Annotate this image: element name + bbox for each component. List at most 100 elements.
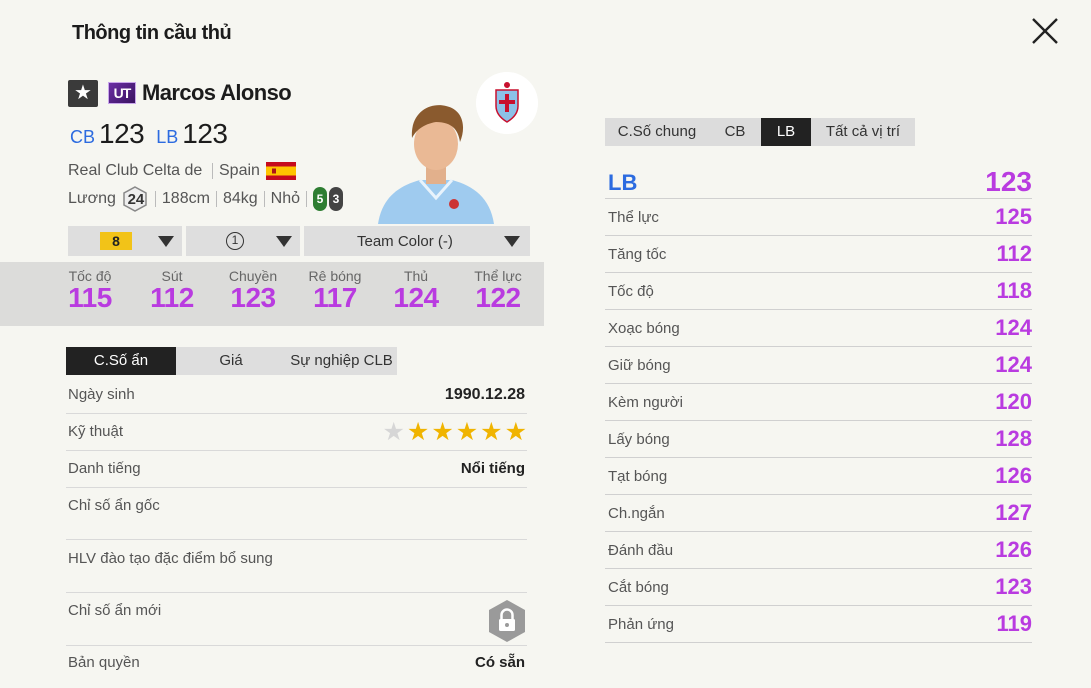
fame-value: Nổi tiếng — [460, 460, 525, 477]
stat-value: 123 — [230, 282, 276, 313]
right-foot-rating: 3 — [329, 187, 343, 211]
stat-row: Giữ bóng 124 — [605, 347, 1032, 384]
stat-value: 125 — [995, 204, 1032, 229]
stat-value: 126 — [995, 463, 1032, 488]
stat-row: Ch.ngắn 127 — [605, 495, 1032, 532]
license-value: Có sẵn — [474, 654, 525, 671]
club-name: Real Club Celta de Vigo — [68, 162, 206, 179]
stat-item: Chuyền 123 — [213, 268, 293, 314]
star-icon: ★ — [455, 418, 479, 446]
team-color-label: Team Color (-) — [357, 232, 453, 250]
close-icon[interactable] — [1028, 14, 1062, 48]
stat-value: 123 — [995, 574, 1032, 599]
position-tabs: C.Số chung CB LB Tất cả vị trí — [605, 118, 915, 146]
star-icon: ★ — [480, 418, 503, 446]
stat-row: Tạt bóng 126 — [605, 458, 1032, 495]
lock-icon[interactable] — [487, 599, 527, 643]
row-label: HLV đào tạo đặc điểm bổ sung — [68, 550, 273, 567]
position-abbr: CB — [70, 127, 96, 147]
stat-value: 127 — [995, 500, 1032, 525]
divider — [306, 191, 307, 207]
stat-label: Thể lực — [608, 209, 659, 226]
stat-label: Phản ứng — [608, 616, 674, 633]
player-photo — [378, 105, 494, 224]
stat-label: Giữ bóng — [608, 357, 671, 374]
stat-row: Lấy bóng 128 — [605, 421, 1032, 458]
row-label: Chỉ số ẩn gốc — [68, 497, 160, 514]
stat-row: Xoạc bóng 124 — [605, 310, 1032, 347]
star-icon: ★ — [504, 418, 527, 446]
stat-label: Lấy bóng — [608, 431, 670, 448]
position-summary-row: LB 123 — [605, 166, 1032, 199]
row-label: Danh tiếng — [68, 460, 141, 477]
height-value: 188cm — [161, 190, 210, 207]
stat-label: Đánh đầu — [608, 542, 674, 559]
divider — [154, 191, 156, 207]
divider — [212, 163, 213, 179]
star-icon: ★ — [431, 418, 454, 446]
tab-general-stats[interactable]: C.Số chung — [605, 118, 709, 146]
star-icon: ★ — [406, 418, 430, 446]
team-color-select[interactable]: Team Color (-) — [304, 226, 530, 256]
stat-value: 112 — [150, 282, 194, 313]
position-name: LB — [608, 170, 638, 195]
stat-item: Thủ 124 — [376, 268, 456, 314]
close-button[interactable] — [1028, 14, 1062, 48]
team-score-select[interactable]: 1 — [186, 226, 300, 256]
stat-label: Kèm người — [608, 394, 683, 411]
stat-item: Tốc độ 115 — [50, 268, 130, 314]
level-badge: 8 — [100, 232, 132, 250]
main-stats-band: Tốc độ 115 Sút 112 Chuyền 123 Rê bóng 11… — [0, 262, 544, 326]
chevron-down-icon — [276, 236, 292, 247]
tab-price[interactable]: Giá — [176, 347, 286, 375]
fame-row: Danh tiếng Nổi tiếng — [66, 451, 527, 488]
stat-value: 124 — [995, 315, 1032, 340]
tab-all-positions[interactable]: Tất cả vị trí — [811, 118, 915, 146]
skill-stars: ★ ★ ★ ★ ★ ★ — [382, 420, 527, 445]
stat-value: 115 — [68, 282, 112, 313]
stat-value: 124 — [393, 282, 439, 313]
club-nation-line: Real Club Celta de Vigo Spain — [68, 162, 296, 180]
tab-club-career[interactable]: Sự nghiệp CLB — [286, 347, 397, 375]
body-type: Nhỏ — [270, 190, 300, 207]
position-ovr: 123 — [182, 118, 228, 149]
stat-label: Tốc độ — [608, 283, 654, 300]
position-ovr: 123 — [985, 166, 1032, 197]
wage-value: 24 — [127, 190, 145, 208]
club-logo — [476, 72, 538, 134]
stat-value: 119 — [996, 611, 1033, 636]
stat-row: Tăng tốc 112 — [605, 236, 1032, 273]
stat-label: Tăng tốc — [608, 246, 667, 263]
hidden-orig-row: Chỉ số ẩn gốc — [66, 488, 527, 540]
detail-tabs: C.Số ẩn Giá Sự nghiệp CLB — [66, 347, 397, 375]
stat-row: Kèm người 120 — [605, 384, 1032, 421]
star-icon: ★ — [382, 418, 405, 446]
wage-label: Lương — [68, 190, 116, 207]
license-row: Bản quyền Có sẵn — [66, 646, 527, 686]
position-abbr: LB — [156, 127, 179, 147]
level-select[interactable]: 8 — [68, 226, 182, 256]
stat-row: Thể lực 125 — [605, 199, 1032, 236]
tab-cb[interactable]: CB — [709, 118, 761, 146]
birth-value: 1990.12.28 — [444, 386, 525, 403]
chevron-down-icon — [504, 236, 520, 247]
team-score-badge: 1 — [226, 232, 244, 250]
stat-row: Đánh đầu 126 — [605, 532, 1032, 569]
row-label: Chỉ số ẩn mới — [68, 602, 162, 619]
stat-row: Cắt bóng 123 — [605, 569, 1032, 606]
stat-row: Phản ứng 119 — [605, 606, 1032, 643]
stat-item: Sút 112 — [132, 268, 212, 314]
stat-value: 126 — [995, 537, 1032, 562]
row-label: Bản quyền — [68, 654, 140, 671]
star-icon: ★ — [68, 80, 98, 107]
position-ovr: 123 — [99, 118, 145, 149]
skill-row: Kỹ thuật ★ ★ ★ ★ ★ ★ — [66, 414, 527, 451]
nation-name: Spain — [219, 162, 260, 179]
birth-row: Ngày sinh 1990.12.28 — [66, 377, 527, 414]
tab-hidden-stats[interactable]: C.Số ẩn — [66, 347, 176, 375]
season-badge: UT — [108, 82, 136, 104]
tab-lb[interactable]: LB — [761, 118, 811, 146]
physical-line: Lương 24 188cm 84kg Nhỏ 5 3 — [68, 186, 343, 212]
divider — [263, 191, 265, 207]
row-label: Kỹ thuật — [68, 423, 124, 440]
